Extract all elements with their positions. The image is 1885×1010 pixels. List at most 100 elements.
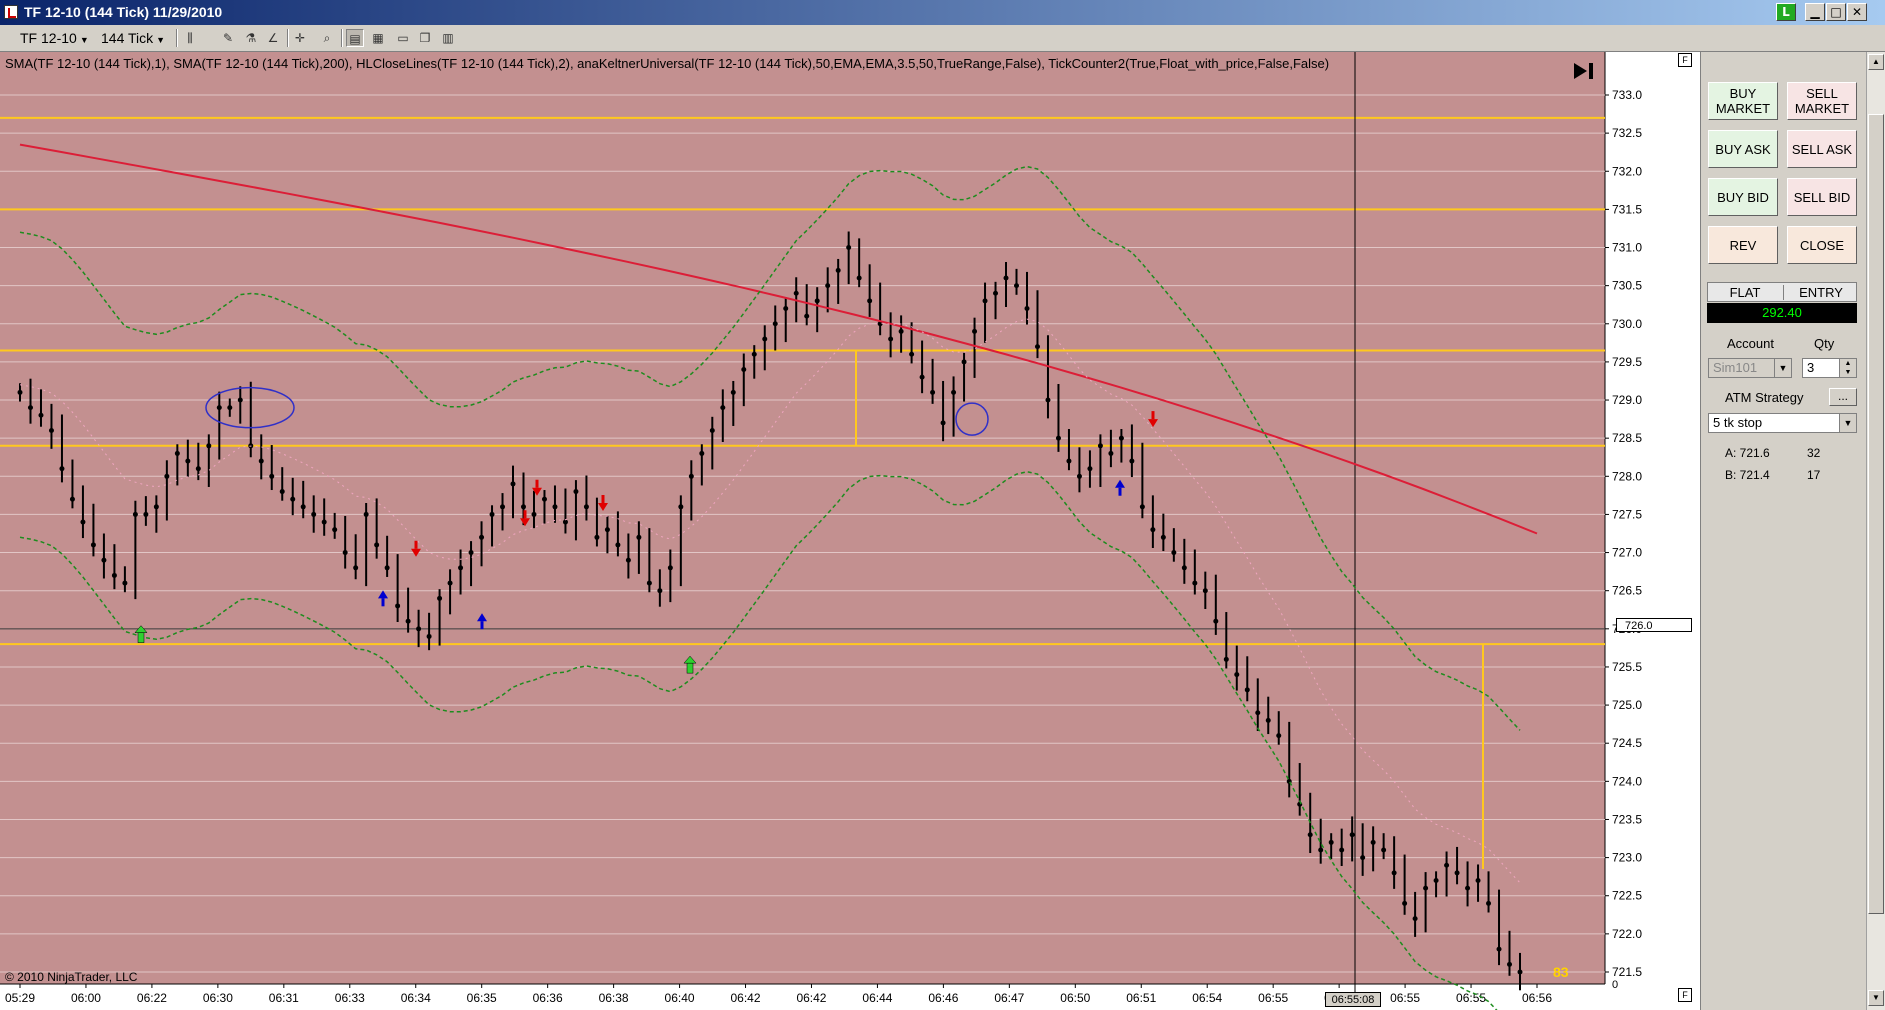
price-bar-close [919, 374, 925, 380]
price-bar-close [290, 496, 296, 502]
x-tick-label: 05:29 [5, 991, 35, 1005]
buy-bid-button[interactable]: BUY BID [1708, 178, 1778, 216]
bid-price: B: 721.4 [1725, 468, 1770, 482]
stepper-arrows-icon[interactable]: ▲ ▼ [1839, 359, 1856, 377]
price-bar-close [1444, 862, 1450, 868]
float-axis-icon[interactable]: F [1678, 988, 1692, 1002]
price-bar-close [1517, 969, 1523, 975]
chart-canvas[interactable]: 733.0 732.5 732.0 731.5 731.0 730.5 730.0 729.5… [0, 52, 1700, 1010]
price-bar-close [699, 450, 705, 456]
price-bar-close [1213, 618, 1219, 624]
price-bar-close [1465, 885, 1471, 891]
price-bar-close [1223, 656, 1229, 662]
position-status: FLAT [1729, 285, 1761, 300]
price-bar-close [1381, 847, 1387, 853]
sell-market-button[interactable]: SELL MARKET [1787, 82, 1857, 120]
sell-ask-button[interactable]: SELL ASK [1787, 130, 1857, 168]
price-bar-close [1066, 458, 1072, 464]
y-tick-label: 731.5 [1612, 202, 1642, 216]
x-tick-label: 06:36 [533, 991, 563, 1005]
chevron-down-icon: ▼ [1774, 359, 1791, 377]
copy-icon[interactable]: ❐ [416, 29, 434, 47]
print-icon[interactable]: ▥ [439, 29, 457, 47]
instrument-selector[interactable]: TF 12-10 ▼ [20, 28, 89, 48]
price-bar-close [1433, 877, 1439, 883]
data-box-icon[interactable]: ▦ [369, 29, 387, 47]
bar-style-icon[interactable]: ⫼ [181, 29, 199, 47]
price-chart[interactable]: 733.0 732.5 732.0 731.5 731.0 730.5 730.0 729.5… [0, 52, 1700, 1010]
price-bar-close [814, 298, 820, 304]
qty-stepper[interactable]: 3 ▲ ▼ [1802, 358, 1857, 378]
crosshair-icon[interactable]: ✛ [291, 29, 309, 47]
price-bar-close [17, 389, 23, 395]
price-bar-close [688, 473, 694, 479]
tick-counter: 83 [1553, 964, 1569, 980]
atm-strategy-select[interactable]: 5 tk stop ▼ [1708, 413, 1857, 433]
reverse-button[interactable]: REV [1708, 226, 1778, 264]
y-tick-label: 724.5 [1612, 736, 1642, 750]
indicator-icon[interactable]: ∠ [264, 29, 282, 47]
scroll-to-end-icon[interactable] [1571, 60, 1597, 82]
link-button[interactable]: L [1776, 3, 1796, 21]
price-bar-close [646, 580, 652, 586]
chart-trader-icon[interactable]: ▤ [346, 29, 364, 47]
vertical-scrollbar[interactable]: ▲ ▼ [1866, 52, 1885, 1010]
x-tick-label: 06:50 [1060, 991, 1090, 1005]
strategy-icon[interactable]: ⚗ [242, 29, 260, 47]
y-tick-label: 724.0 [1612, 774, 1642, 788]
float-panel-icon[interactable]: F [1678, 53, 1692, 67]
price-bar-close [258, 458, 264, 464]
y-tick-label: 722.0 [1612, 927, 1642, 941]
close-position-button[interactable]: CLOSE [1787, 226, 1857, 264]
chevron-down-icon: ▼ [156, 35, 166, 45]
scroll-thumb[interactable] [1868, 114, 1884, 914]
y-tick-label: 729.0 [1612, 393, 1642, 407]
maximize-button[interactable]: □ [1826, 3, 1846, 21]
price-bar-close [940, 420, 946, 426]
close-window-button[interactable]: ✕ [1847, 3, 1867, 21]
price-bar-close [132, 511, 138, 517]
price-bar-close [1181, 565, 1187, 571]
entry-label: ENTRY [1783, 285, 1858, 300]
price-bar-close [1276, 733, 1282, 739]
price-bar-close [321, 519, 327, 525]
account-select[interactable]: Sim101 ▼ [1708, 358, 1792, 378]
price-bar-close [447, 580, 453, 586]
copyright-label: © 2010 NinjaTrader, LLC [5, 970, 138, 984]
price-bar-close [1097, 443, 1103, 449]
price-bar-close [1349, 832, 1355, 838]
price-bar-close [1014, 283, 1020, 289]
buy-ask-button[interactable]: BUY ASK [1708, 130, 1778, 168]
properties-icon[interactable]: ▭ [394, 29, 412, 47]
price-bar-close [1255, 710, 1261, 716]
y-tick-label: 723.0 [1612, 851, 1642, 865]
price-bar-close [195, 466, 201, 472]
buy-market-button[interactable]: BUY MARKET [1708, 82, 1778, 120]
price-bar-close [520, 504, 526, 510]
x-tick-label: 06:40 [665, 991, 695, 1005]
price-bar-close [793, 290, 799, 296]
zoom-icon[interactable]: ⌕ [318, 29, 336, 47]
price-bar-close [625, 557, 631, 563]
price-bar-close [1391, 870, 1397, 876]
scroll-up-arrow-icon[interactable]: ▲ [1868, 54, 1884, 70]
atm-settings-button[interactable]: ... [1829, 388, 1857, 406]
interval-selector[interactable]: 144 Tick ▼ [101, 28, 165, 48]
price-bar-close [678, 504, 684, 510]
price-bar-close [1024, 306, 1030, 312]
price-bar-close [762, 336, 768, 342]
price-bar-close [332, 527, 338, 533]
sell-bid-button[interactable]: SELL BID [1787, 178, 1857, 216]
scroll-down-arrow-icon[interactable]: ▼ [1868, 990, 1884, 1006]
drawing-tool-icon[interactable]: ✎ [219, 29, 237, 47]
price-bar-close [1412, 916, 1418, 922]
price-bar-close [153, 504, 159, 510]
minimize-button[interactable]: ▁ [1805, 3, 1825, 21]
price-bar-close [993, 290, 999, 296]
account-label: Account [1727, 336, 1774, 351]
x-tick-label: 06:55 [1390, 991, 1420, 1005]
y-tick-label: 732.0 [1612, 164, 1642, 178]
price-bar-close [111, 572, 117, 578]
price-bar-close [300, 504, 306, 510]
chart-trader-panel: BUY MARKET SELL MARKET BUY ASK SELL ASK … [1700, 52, 1860, 1010]
